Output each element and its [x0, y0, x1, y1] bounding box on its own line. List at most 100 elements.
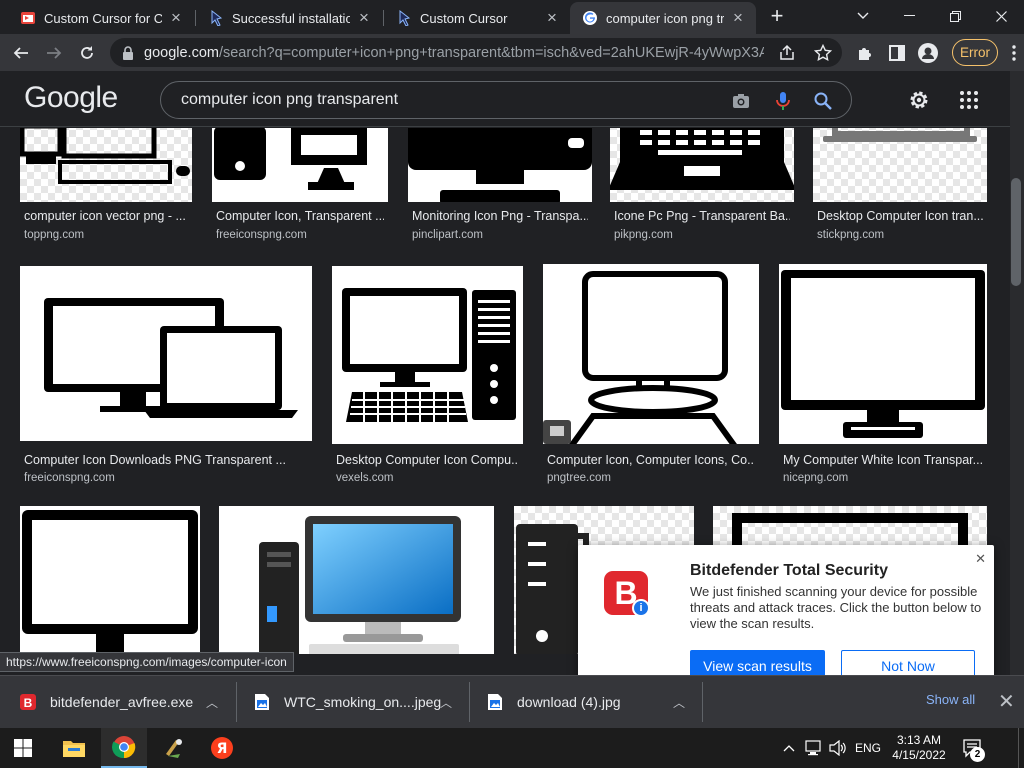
image-result[interactable]: Desktop Computer Icon tran... stickpng.c… — [813, 128, 987, 246]
tab-successful-installation[interactable]: Successful installation - Custom Cursor … — [196, 2, 382, 34]
download-options-chevron-icon[interactable]: ︿ — [440, 694, 452, 711]
share-icon[interactable] — [778, 44, 796, 62]
result-source[interactable]: toppng.com — [24, 229, 84, 241]
result-title[interactable]: Computer Icon Downloads PNG Transparent … — [24, 453, 308, 467]
yandex-browser-icon[interactable]: Я — [199, 728, 245, 768]
image-result[interactable]: computer icon vector png - ... toppng.co… — [20, 128, 192, 246]
profile-error-button[interactable]: Error — [952, 39, 998, 66]
result-thumbnail[interactable] — [212, 128, 388, 202]
result-title[interactable]: Computer Icon, Transparent ... — [216, 209, 384, 223]
page-scrollbar-thumb[interactable] — [1011, 178, 1021, 286]
notification-title: Bitdefender Total Security — [690, 562, 888, 579]
result-thumbnail[interactable] — [219, 506, 494, 654]
download-item[interactable]: B bitdefender_avfree.exe ︿ — [20, 676, 230, 728]
result-title[interactable]: Icone Pc Png - Transparent Ba... — [614, 209, 790, 223]
image-result[interactable] — [219, 506, 494, 654]
clock[interactable]: 3:13 AM 4/15/2022 — [888, 728, 950, 768]
show-desktop-button[interactable] — [1018, 728, 1024, 768]
tab-custom-cursor[interactable]: Custom Cursor × — [384, 2, 570, 34]
tab-google-search[interactable]: computer icon png transparent - Google S… — [570, 2, 756, 34]
back-button[interactable] — [8, 40, 34, 66]
close-notification-icon[interactable]: ✕ — [975, 551, 986, 567]
profile-avatar-icon[interactable] — [917, 42, 939, 64]
result-thumbnail[interactable] — [332, 266, 523, 444]
result-source[interactable]: freeiconspng.com — [216, 229, 307, 241]
close-tab-icon[interactable]: × — [730, 9, 746, 26]
chrome-taskbar-icon[interactable] — [101, 728, 147, 768]
file-explorer-icon[interactable] — [51, 728, 97, 768]
network-icon[interactable] — [802, 728, 826, 768]
windows-start-icon[interactable] — [0, 728, 46, 768]
result-source[interactable]: pngtree.com — [547, 472, 611, 484]
result-thumbnail[interactable] — [610, 128, 794, 202]
side-panel-icon[interactable] — [886, 42, 908, 64]
close-tab-icon[interactable]: × — [544, 9, 560, 26]
result-title[interactable]: computer icon vector png - ... — [24, 209, 188, 223]
show-hidden-icons-chevron-icon[interactable] — [778, 728, 800, 768]
google-apps-icon[interactable] — [958, 89, 980, 111]
result-source[interactable]: nicepng.com — [783, 472, 848, 484]
input-language-indicator[interactable]: ENG — [850, 728, 886, 768]
image-result[interactable]: Computer Icon Downloads PNG Transparent … — [20, 266, 312, 484]
volume-icon[interactable] — [826, 728, 850, 768]
image-result[interactable]: Icone Pc Png - Transparent Ba... pikpng.… — [610, 128, 794, 246]
image-file-icon — [255, 694, 269, 710]
download-item[interactable]: WTC_smoking_on....jpeg ︿ — [254, 676, 464, 728]
action-center-icon[interactable]: 2 — [956, 728, 988, 768]
result-title[interactable]: My Computer White Icon Transpar... — [783, 453, 983, 467]
close-tab-icon[interactable]: × — [356, 9, 372, 26]
new-tab-button[interactable]: + — [764, 4, 790, 30]
result-source[interactable]: freeiconspng.com — [24, 472, 115, 484]
image-result[interactable]: Computer Icon, Transparent ... freeicons… — [212, 128, 388, 246]
result-title[interactable]: Computer Icon, Computer Icons, Co... — [547, 453, 755, 467]
result-thumbnail[interactable] — [813, 128, 987, 202]
search-box[interactable] — [160, 81, 852, 119]
page-scrollbar[interactable] — [1010, 71, 1024, 675]
downloads-bar: B bitdefender_avfree.exe ︿ WTC_smoking_o… — [0, 675, 1024, 728]
show-all-downloads-button[interactable]: Show all — [926, 692, 975, 707]
result-source[interactable]: vexels.com — [336, 472, 394, 484]
settings-gear-icon[interactable] — [908, 89, 930, 111]
result-thumbnail[interactable] — [20, 266, 312, 441]
close-window-button[interactable] — [978, 0, 1024, 32]
microphone-icon[interactable] — [773, 91, 793, 111]
image-result[interactable]: Monitoring Icon Png - Transpa... pinclip… — [408, 128, 592, 246]
download-options-chevron-icon[interactable]: ︿ — [673, 694, 685, 711]
result-source[interactable]: pikpng.com — [614, 229, 673, 241]
image-result[interactable]: My Computer White Icon Transpar... nicep… — [779, 264, 987, 484]
search-icon[interactable] — [813, 91, 833, 111]
result-thumbnail[interactable] — [543, 264, 759, 444]
close-downloads-bar-icon[interactable]: ✕ — [998, 689, 1015, 714]
minimize-button[interactable] — [886, 0, 932, 32]
result-title[interactable]: Monitoring Icon Png - Transpa... — [412, 209, 588, 223]
result-title[interactable]: Desktop Computer Icon tran... — [817, 209, 983, 223]
custom-cursor-favicon — [399, 10, 411, 26]
forward-button[interactable] — [41, 40, 67, 66]
image-result[interactable]: Computer Icon, Computer Icons, Co... png… — [543, 264, 759, 484]
tab-search-chevron-icon[interactable] — [840, 0, 886, 32]
address-bar[interactable]: google.com/search?q=computer+icon+png+tr… — [110, 38, 842, 67]
download-options-chevron-icon[interactable]: ︿ — [206, 694, 218, 711]
download-item[interactable]: download (4).jpg ︿ — [487, 676, 697, 728]
restore-button[interactable] — [932, 0, 978, 32]
result-thumbnail[interactable] — [408, 128, 592, 202]
result-source[interactable]: pinclipart.com — [412, 229, 483, 241]
camera-search-icon[interactable] — [731, 91, 751, 111]
result-source[interactable]: stickpng.com — [817, 229, 884, 241]
bookmark-star-icon[interactable] — [814, 44, 832, 62]
result-thumbnail[interactable] — [20, 128, 192, 202]
result-thumbnail[interactable] — [779, 264, 987, 444]
result-title[interactable]: Desktop Computer Icon Compu... — [336, 453, 519, 467]
result-thumbnail[interactable] — [20, 506, 200, 654]
image-result[interactable]: Desktop Computer Icon Compu... vexels.co… — [332, 266, 523, 484]
image-app-icon[interactable] — [151, 728, 197, 768]
tab-custom-cursor-for-chrome[interactable]: Custom Cursor for Chrome × — [8, 2, 194, 34]
google-logo[interactable]: Google — [24, 81, 118, 115]
search-input[interactable] — [181, 91, 721, 109]
chrome-menu-icon[interactable] — [1003, 42, 1024, 64]
image-result[interactable] — [20, 506, 200, 654]
reload-button[interactable] — [74, 40, 100, 66]
extensions-icon[interactable] — [854, 42, 876, 64]
close-tab-icon[interactable]: × — [168, 9, 184, 26]
clock-date: 4/15/2022 — [892, 748, 946, 762]
